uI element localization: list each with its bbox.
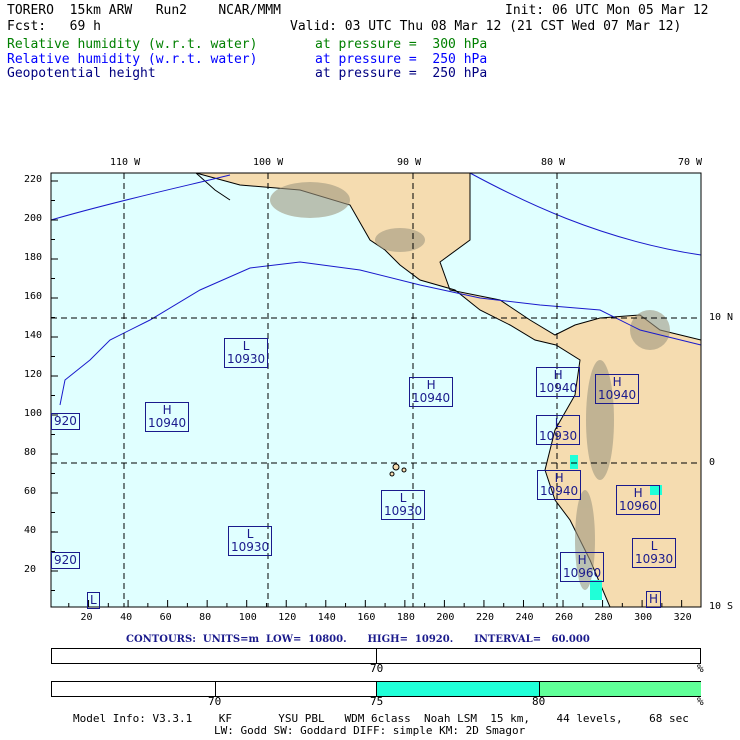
contour-label-value: 10940 xyxy=(598,388,637,402)
longitude-label: 70 W xyxy=(678,157,703,168)
x-tick-label: 80 xyxy=(199,612,212,623)
contour-label: 920 xyxy=(51,552,80,569)
contour-label: H 10940 xyxy=(537,470,582,500)
y-tick-label: 20 xyxy=(24,564,37,575)
contour-label-value: 10940 xyxy=(412,391,451,405)
x-tick-label: 280 xyxy=(594,612,613,623)
contour-label: L 10930 xyxy=(632,538,677,568)
contour-label-value: 10940 xyxy=(540,484,579,498)
colorbar-segment xyxy=(52,682,216,696)
y-tick-label: 40 xyxy=(24,525,37,536)
longitude-label: 100 W xyxy=(253,157,284,168)
contour-label-value: 10930 xyxy=(635,552,674,566)
longitude-label: 110 W xyxy=(110,157,141,168)
longitude-label: 90 W xyxy=(397,157,422,168)
longitude-label: 80 W xyxy=(541,157,566,168)
x-tick-label: 160 xyxy=(357,612,376,623)
contour-label-type: L xyxy=(90,593,97,607)
contour-label: L xyxy=(87,592,100,609)
y-tick-label: 100 xyxy=(24,408,43,419)
contour-label: H 10940 xyxy=(409,377,454,407)
contour-label: L 10930 xyxy=(224,338,269,368)
weather-map xyxy=(50,172,702,608)
y-tick-label: 140 xyxy=(24,330,43,341)
y-tick-label: 160 xyxy=(24,291,43,302)
contour-label-value: 10930 xyxy=(384,504,423,518)
contour-label: H xyxy=(646,591,662,608)
contours-info: CONTOURS: UNITS=m LOW= 10800. HIGH= 1092… xyxy=(126,634,590,645)
contour-label-value: 10930 xyxy=(231,540,270,554)
contour-label-value: 920 xyxy=(54,553,77,567)
y-tick-label: 60 xyxy=(24,486,37,497)
contour-label-type: H xyxy=(649,592,659,606)
x-tick-label: 100 xyxy=(238,612,257,623)
x-tick-label: 200 xyxy=(436,612,455,623)
x-tick-label: 40 xyxy=(120,612,133,623)
y-tick-label: 80 xyxy=(24,447,37,458)
y-tick-label: 200 xyxy=(24,213,43,224)
colorbar2-label-75: 75 xyxy=(370,695,384,708)
contour-label: L 10930 xyxy=(228,526,273,556)
contour-label: L 10930 xyxy=(381,490,426,520)
x-tick-label: 320 xyxy=(673,612,692,623)
contour-label-value: 10940 xyxy=(148,416,187,430)
y-tick-label: 120 xyxy=(24,369,43,380)
contour-label: H 10940 xyxy=(536,367,581,397)
x-tick-label: 20 xyxy=(80,612,93,623)
x-tick-label: 260 xyxy=(555,612,574,623)
contour-label-value: 10940 xyxy=(539,381,578,395)
contour-label: H 10960 xyxy=(560,552,605,582)
x-tick-label: 300 xyxy=(634,612,653,623)
latitude-label: 10 S xyxy=(709,601,734,612)
contour-label: H 10960 xyxy=(616,485,661,515)
latitude-label: 10 N xyxy=(709,312,734,323)
colorbar-segment-80-plus xyxy=(539,682,701,696)
x-tick-label: 220 xyxy=(475,612,494,623)
colorbar2-label-80: 80 xyxy=(532,695,546,708)
x-tick-label: 180 xyxy=(396,612,415,623)
contour-label-value: 10930 xyxy=(227,352,266,366)
contour-label: L 10930 xyxy=(536,415,581,445)
colorbar1-label-percent: % xyxy=(697,662,704,675)
contour-label-value: 10960 xyxy=(619,499,658,513)
x-tick-label: 240 xyxy=(515,612,534,623)
contour-label-value: 10930 xyxy=(539,429,578,443)
colorbar2-label-70: 70 xyxy=(208,695,222,708)
contour-label: 920 xyxy=(51,413,80,430)
contour-label: H 10940 xyxy=(145,402,190,432)
x-tick-label: 120 xyxy=(278,612,297,623)
x-tick-label: 60 xyxy=(159,612,172,623)
y-tick-label: 180 xyxy=(24,252,43,263)
contour-label-value: 920 xyxy=(54,414,77,428)
colorbar1-label-70: 70 xyxy=(370,662,384,675)
contour-label-value: 10960 xyxy=(563,566,602,580)
x-tick-label: 140 xyxy=(317,612,336,623)
model-info-line2: LW: Godd SW: Goddard DIFF: simple KM: 2D… xyxy=(214,724,526,737)
latitude-label: 0 xyxy=(709,457,716,468)
colorbar-segment-75-80 xyxy=(376,682,540,696)
y-tick-label: 220 xyxy=(24,174,43,185)
colorbar2-label-percent: % xyxy=(697,695,704,708)
contour-label: H 10940 xyxy=(595,374,640,404)
